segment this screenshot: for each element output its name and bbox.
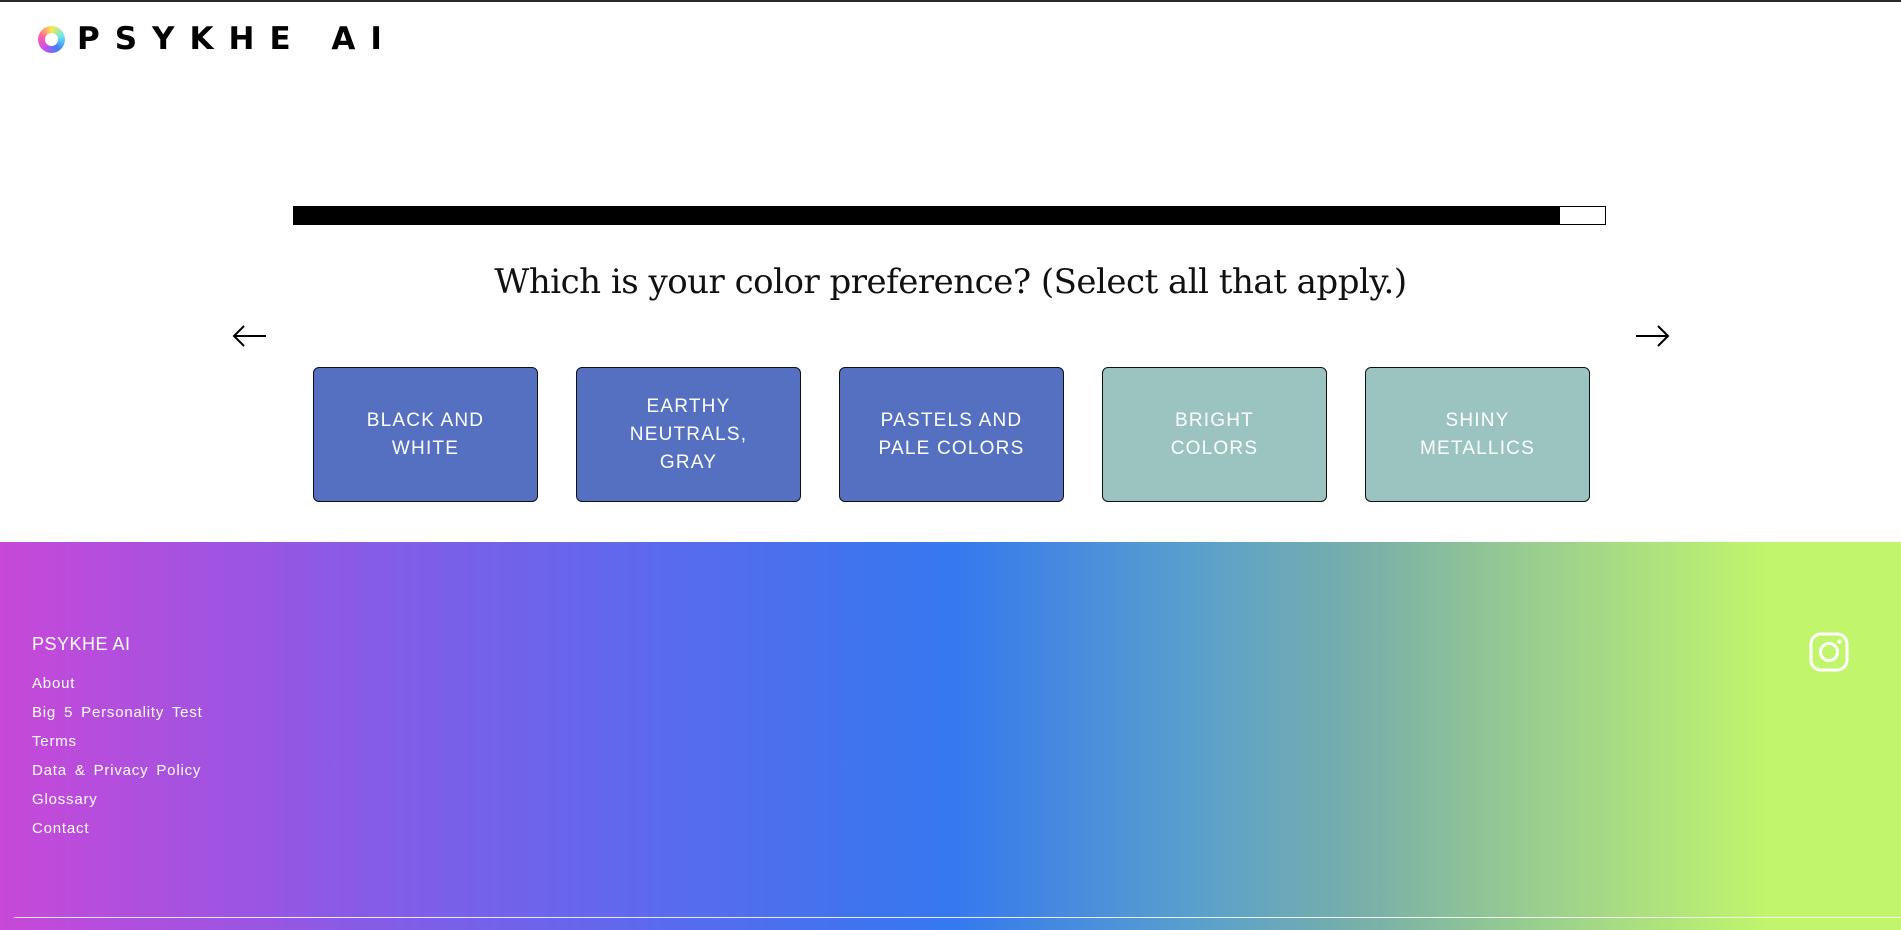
option-earthy-neutrals-gray[interactable]: EARTHY NEUTRALS, GRAY <box>576 367 801 502</box>
option-bright-colors[interactable]: BRIGHT COLORS <box>1102 367 1327 502</box>
footer-links: About Big 5 Personality Test Terms Data … <box>32 675 203 849</box>
arrow-right-icon[interactable] <box>1632 322 1672 350</box>
answer-options: BLACK AND WHITE EARTHY NEUTRALS, GRAY PA… <box>313 367 1590 502</box>
logo[interactable]: PSYKHE AI <box>38 24 397 55</box>
footer-link-big5-test[interactable]: Big 5 Personality Test <box>32 704 203 733</box>
footer-title: PSYKHE AI <box>32 634 131 654</box>
footer: PSYKHE AI About Big 5 Personality Test T… <box>0 542 1901 930</box>
footer-divider <box>14 917 1901 918</box>
progress-fill <box>294 207 1561 224</box>
footer-link-terms[interactable]: Terms <box>32 733 203 762</box>
question-text: Which is your color preference? (Select … <box>494 262 1407 302</box>
option-black-and-white[interactable]: BLACK AND WHITE <box>313 367 538 502</box>
footer-link-privacy[interactable]: Data & Privacy Policy <box>32 762 203 791</box>
logo-ring-icon <box>38 26 65 53</box>
top-border <box>0 0 1901 2</box>
footer-link-contact[interactable]: Contact <box>32 820 203 849</box>
instagram-icon[interactable] <box>1809 632 1849 672</box>
progress-bar <box>293 206 1606 225</box>
arrow-left-icon[interactable] <box>230 322 270 350</box>
footer-link-about[interactable]: About <box>32 675 203 704</box>
logo-text: PSYKHE AI <box>77 21 397 57</box>
footer-link-glossary[interactable]: Glossary <box>32 791 203 820</box>
option-pastels-and-pale-colors[interactable]: PASTELS AND PALE COLORS <box>839 367 1064 502</box>
option-shiny-metallics[interactable]: SHINY METALLICS <box>1365 367 1590 502</box>
